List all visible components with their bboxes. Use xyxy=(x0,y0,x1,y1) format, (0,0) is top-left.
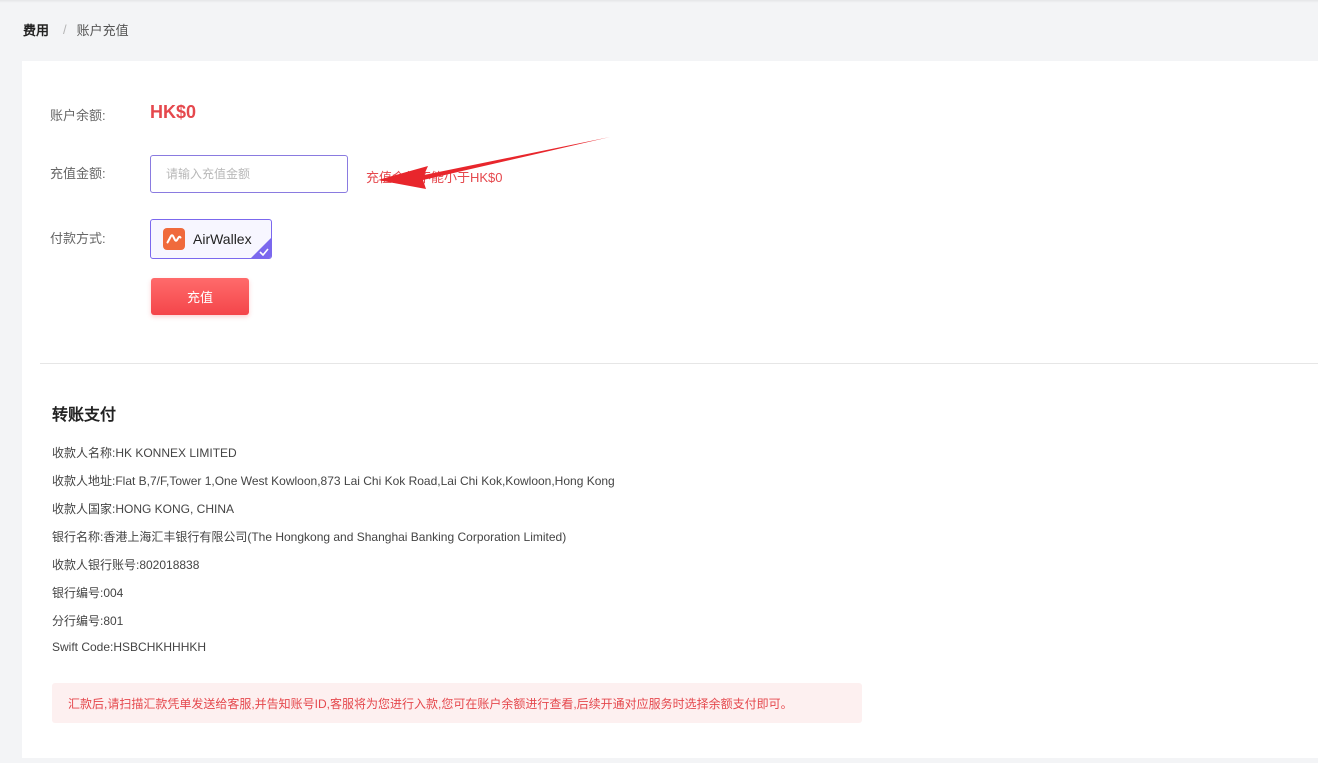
payment-method-label: 付款方式: xyxy=(50,231,106,246)
bank-account-number: 收款人银行账号:802018838 xyxy=(52,558,200,572)
airwallex-logo-icon xyxy=(163,228,185,250)
transfer-notice: 汇款后,请扫描汇款凭单发送给客服,并告知账号ID,客服将为您进行入款,您可在账户… xyxy=(52,683,862,723)
recharge-card: 账户余额: HK$0 充值金额: 充值金额不能小于HK$0 付款方式: AirW… xyxy=(22,61,1318,758)
branch-code: 分行编号:801 xyxy=(52,614,124,628)
breadcrumb-separator: / xyxy=(63,21,67,37)
payee-address: 收款人地址:Flat B,7/F,Tower 1,One West Kowloo… xyxy=(52,474,615,488)
payee-country: 收款人国家:HONG KONG, CHINA xyxy=(52,502,235,516)
swift-code: Swift Code:HSBCHKHHHKH xyxy=(52,640,207,654)
checkmark-icon xyxy=(259,248,269,256)
breadcrumb-current: 账户充值 xyxy=(76,22,129,38)
payment-option-airwallex[interactable]: AirWallex xyxy=(150,219,272,259)
transfer-notice-text: 汇款后,请扫描汇款凭单发送给客服,并告知账号ID,客服将为您进行入款,您可在账户… xyxy=(68,696,793,711)
section-divider xyxy=(40,363,1318,364)
payee-name: 收款人名称:HK KONNEX LIMITED xyxy=(52,446,237,460)
balance-value: HK$0 xyxy=(150,102,197,122)
recharge-submit-button[interactable]: 充值 xyxy=(151,278,249,315)
balance-label: 账户余额: xyxy=(50,108,106,123)
amount-label: 充值金额: xyxy=(50,166,106,181)
payment-option-label: AirWallex xyxy=(193,231,252,247)
breadcrumb: 费用 / 账户充值 xyxy=(23,20,129,38)
amount-input[interactable] xyxy=(150,155,348,193)
transfer-section-title: 转账支付 xyxy=(52,407,117,424)
top-shadow xyxy=(0,0,1318,3)
breadcrumb-root[interactable]: 费用 xyxy=(23,20,49,39)
min-amount-hint: 充值金额不能小于HK$0 xyxy=(366,170,503,185)
bank-code: 银行编号:004 xyxy=(52,586,124,600)
bank-name: 银行名称:香港上海汇丰银行有限公司(The Hongkong and Shang… xyxy=(52,530,567,544)
